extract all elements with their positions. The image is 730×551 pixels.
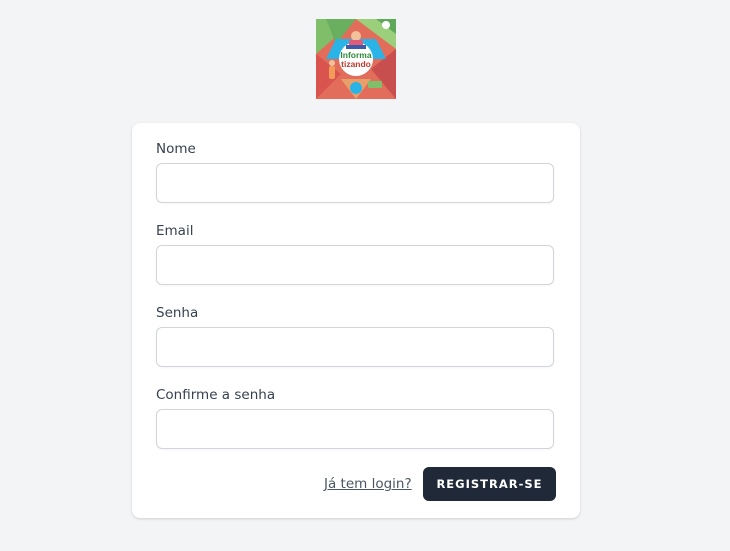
- brand-logo[interactable]: Informa tizando: [316, 19, 396, 99]
- confirm-password-label: Confirme a senha: [156, 387, 276, 403]
- register-page: Informa tizando Nome Email Senha Confirm…: [0, 0, 730, 551]
- register-form-card: Nome Email Senha Confirme a senha Já tem…: [132, 123, 580, 518]
- register-button[interactable]: REGISTRAR-SE: [423, 467, 556, 501]
- logo-graphic: Informa tizando: [316, 19, 396, 99]
- logo-text-line2: tizando: [341, 59, 371, 69]
- password-field[interactable]: [156, 327, 554, 367]
- already-have-login-link[interactable]: Já tem login?: [324, 475, 412, 493]
- password-label: Senha: [156, 305, 199, 321]
- name-field[interactable]: [156, 163, 554, 203]
- email-label: Email: [156, 223, 194, 239]
- name-label: Nome: [156, 141, 196, 157]
- email-field[interactable]: [156, 245, 554, 285]
- confirm-password-field[interactable]: [156, 409, 554, 449]
